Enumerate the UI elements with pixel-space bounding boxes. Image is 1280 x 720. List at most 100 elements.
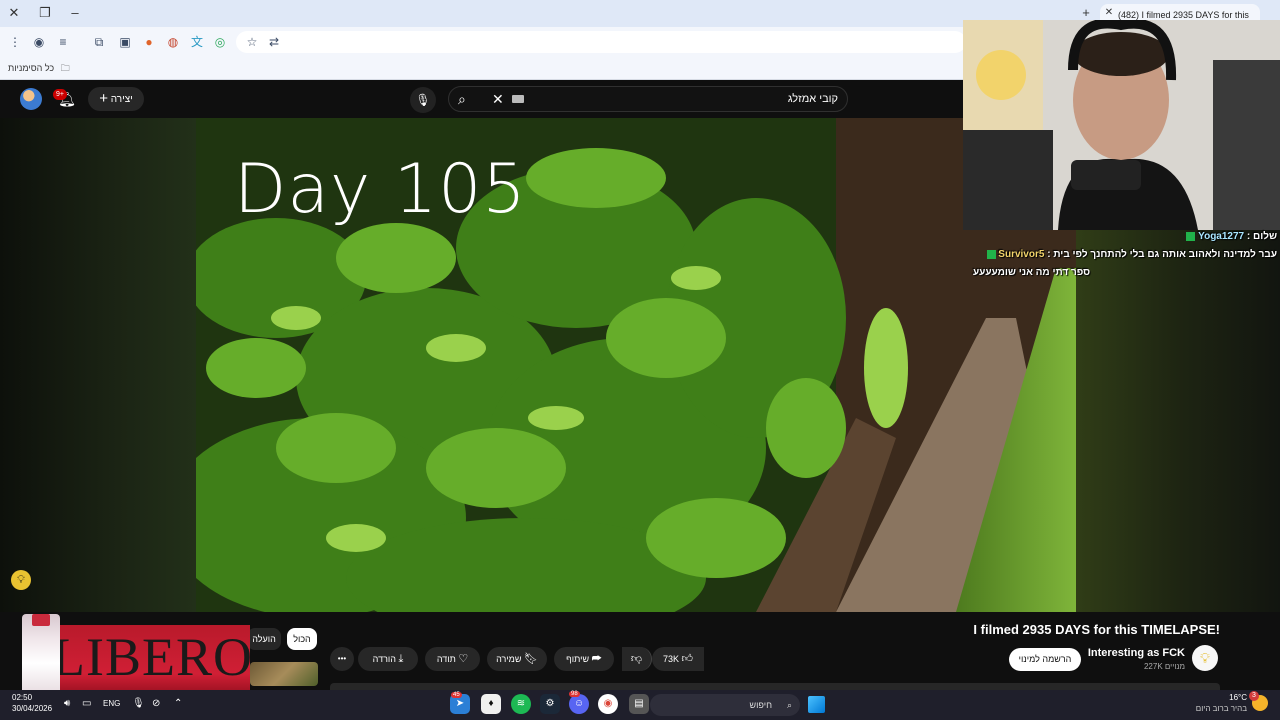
chat-message-continuation: ספר דתי מה אני שומעעעע <box>965 264 1277 282</box>
menu-icon: ⋮ <box>9 35 21 49</box>
close-icon: ✕ <box>492 91 504 107</box>
extension-icon: ◍ <box>167 35 179 49</box>
clock-date[interactable]: 30/04/2026 <box>12 704 52 713</box>
description-box[interactable] <box>330 683 1220 690</box>
translate-icon: 文 <box>190 35 203 49</box>
save-icon: 🔖︎ <box>523 653 538 665</box>
profile-button[interactable]: ◉ <box>30 33 48 51</box>
menu-button[interactable]: ⋮ <box>6 33 24 51</box>
telegram-badge: 45 <box>451 692 462 698</box>
extension-1-button[interactable]: ▣ <box>116 33 134 51</box>
ad-brand-text: LIBERO <box>52 627 253 687</box>
chat-message: שלום : Yoga1277 <box>965 228 1277 246</box>
clock-time[interactable]: 02:50 <box>12 693 32 702</box>
thanks-label: תודה <box>436 654 456 664</box>
weather-badge: 3 <box>1249 691 1259 701</box>
reading-list-button[interactable]: ≡ <box>54 33 72 51</box>
close-icon: ✕ <box>1104 7 1114 18</box>
dislike-button[interactable]: 👎︎ <box>622 647 652 671</box>
save-button[interactable]: שמירה 🔖︎ <box>487 647 547 671</box>
save-label: שמירה <box>496 654 522 664</box>
extensions-button[interactable]: ⧉ <box>90 33 108 51</box>
video-title: I filmed 2935 DAYS for this TIMELAPSE! <box>973 622 1220 637</box>
webcam-frame <box>963 20 1280 230</box>
plus-icon: + <box>99 90 108 107</box>
reading-list-icon: ≡ <box>59 35 67 49</box>
chat-text: עבר למדינה ולאהוב אותה גם בלי להתחנך לפי… <box>1053 249 1277 260</box>
file-explorer-app-icon[interactable]: ▤ <box>629 694 649 714</box>
stream-chat-overlay: שלום : Yoga1277 עבר למדינה ולאהוב אותה ג… <box>965 228 1277 282</box>
extension-4-button[interactable]: ◎ <box>211 33 229 51</box>
extensions-icon: ⧉ <box>94 35 104 49</box>
chrome-app-icon[interactable]: ◉ <box>598 694 618 714</box>
windows-start-icon[interactable] <box>808 696 825 713</box>
profile-icon: ◉ <box>33 35 45 49</box>
taskbar-search-box[interactable]: ⌕ חיפוש <box>650 694 800 716</box>
account-avatar[interactable] <box>20 88 42 110</box>
spotify-app-icon[interactable]: ≋ <box>511 694 531 714</box>
chat-text: שלום <box>1253 231 1277 242</box>
mic-tray-icon[interactable]: 🎙︎ <box>132 698 145 710</box>
site-settings-button[interactable]: ⇄ <box>265 33 283 51</box>
display-icon[interactable]: ▭ <box>82 698 91 710</box>
bookmark-star-button[interactable]: ☆ <box>243 33 261 51</box>
network-icon[interactable]: ⊘ <box>152 698 160 710</box>
create-label: יצירה <box>110 94 133 105</box>
download-label: הורדה <box>372 654 396 664</box>
star-icon: ☆ <box>246 35 258 49</box>
close-window-button[interactable]: ✕ <box>4 4 24 22</box>
volume-icon[interactable]: 🔊︎ <box>64 698 70 710</box>
language-indicator[interactable]: ENG <box>103 698 120 710</box>
discord-app-icon[interactable]: ☺ <box>569 694 589 714</box>
search-button[interactable]: ⌕ <box>458 90 476 108</box>
maximize-window-button[interactable]: ❐ <box>35 4 55 22</box>
like-button[interactable]: 73K 👍︎ <box>652 647 704 671</box>
like-count: 73K <box>662 654 679 664</box>
weather-temperature[interactable]: 16°C <box>1205 693 1247 702</box>
subscriber-badge-icon <box>986 249 996 259</box>
subscribe-button[interactable]: הרשמה למינוי <box>1009 648 1081 671</box>
all-bookmarks-label: כל הסימניות <box>8 63 55 73</box>
search-query-text: קובי אמזלג <box>787 93 838 105</box>
site-settings-icon: ⇄ <box>268 35 280 49</box>
chevron-up-icon[interactable]: ⌃ <box>174 698 182 710</box>
extension-icon: ▣ <box>119 35 131 49</box>
video-overlay-text: Day 105 <box>234 150 527 229</box>
create-button[interactable]: + יצירה <box>88 87 144 111</box>
search-icon: ⌕ <box>786 700 792 710</box>
thanks-button[interactable]: תודה ♡ <box>425 647 480 671</box>
tab-title: (482) I filmed 2935 DAYS for this <box>1118 10 1249 20</box>
app-icon[interactable]: ♦ <box>481 694 501 714</box>
voice-search-button[interactable]: 🎙︎ <box>410 87 436 113</box>
discord-badge: 98 <box>569 691 580 697</box>
minimize-icon: – <box>71 5 79 20</box>
chip-all[interactable]: הכול <box>287 628 317 650</box>
translate-extension-button[interactable]: 文 <box>188 33 206 51</box>
ambient-left <box>0 118 196 612</box>
address-bar[interactable] <box>236 31 966 53</box>
recommended-video-thumbnail[interactable] <box>250 662 318 686</box>
keyboard-icon[interactable] <box>512 95 524 103</box>
dislike-icon: 👎︎ <box>630 653 643 665</box>
channel-avatar[interactable]: 💡︎ <box>1192 645 1218 671</box>
more-icon: ••• <box>337 654 347 663</box>
lightbulb-icon[interactable]: 💡︎ <box>11 570 31 590</box>
extension-3-button[interactable]: ◍ <box>164 33 182 51</box>
maximize-icon: ❐ <box>39 5 51 20</box>
more-actions-button[interactable]: ••• <box>330 647 354 671</box>
minimize-window-button[interactable]: – <box>65 4 85 22</box>
streamer-webcam <box>963 20 1280 230</box>
extension-2-button[interactable]: ● <box>140 33 158 51</box>
ad-perfume-bottle <box>22 614 60 696</box>
download-button[interactable]: הורדה ⤓ <box>358 647 418 671</box>
extension-icon: ● <box>145 35 153 49</box>
folder-icon: 🗀 <box>60 63 70 73</box>
weather-description[interactable]: בהיר ברוב היום <box>1180 704 1247 713</box>
steam-app-icon[interactable]: ⚙ <box>540 694 560 714</box>
all-bookmarks-button[interactable]: כל הסימניות 🗀 <box>8 61 70 77</box>
download-icon: ⤓ <box>398 653 404 665</box>
extension-icon: ◎ <box>214 35 226 49</box>
share-button[interactable]: שיתוף ⮫ <box>554 647 614 671</box>
search-icon: ⌕ <box>458 91 466 107</box>
clear-search-button[interactable]: ✕ <box>492 90 508 108</box>
